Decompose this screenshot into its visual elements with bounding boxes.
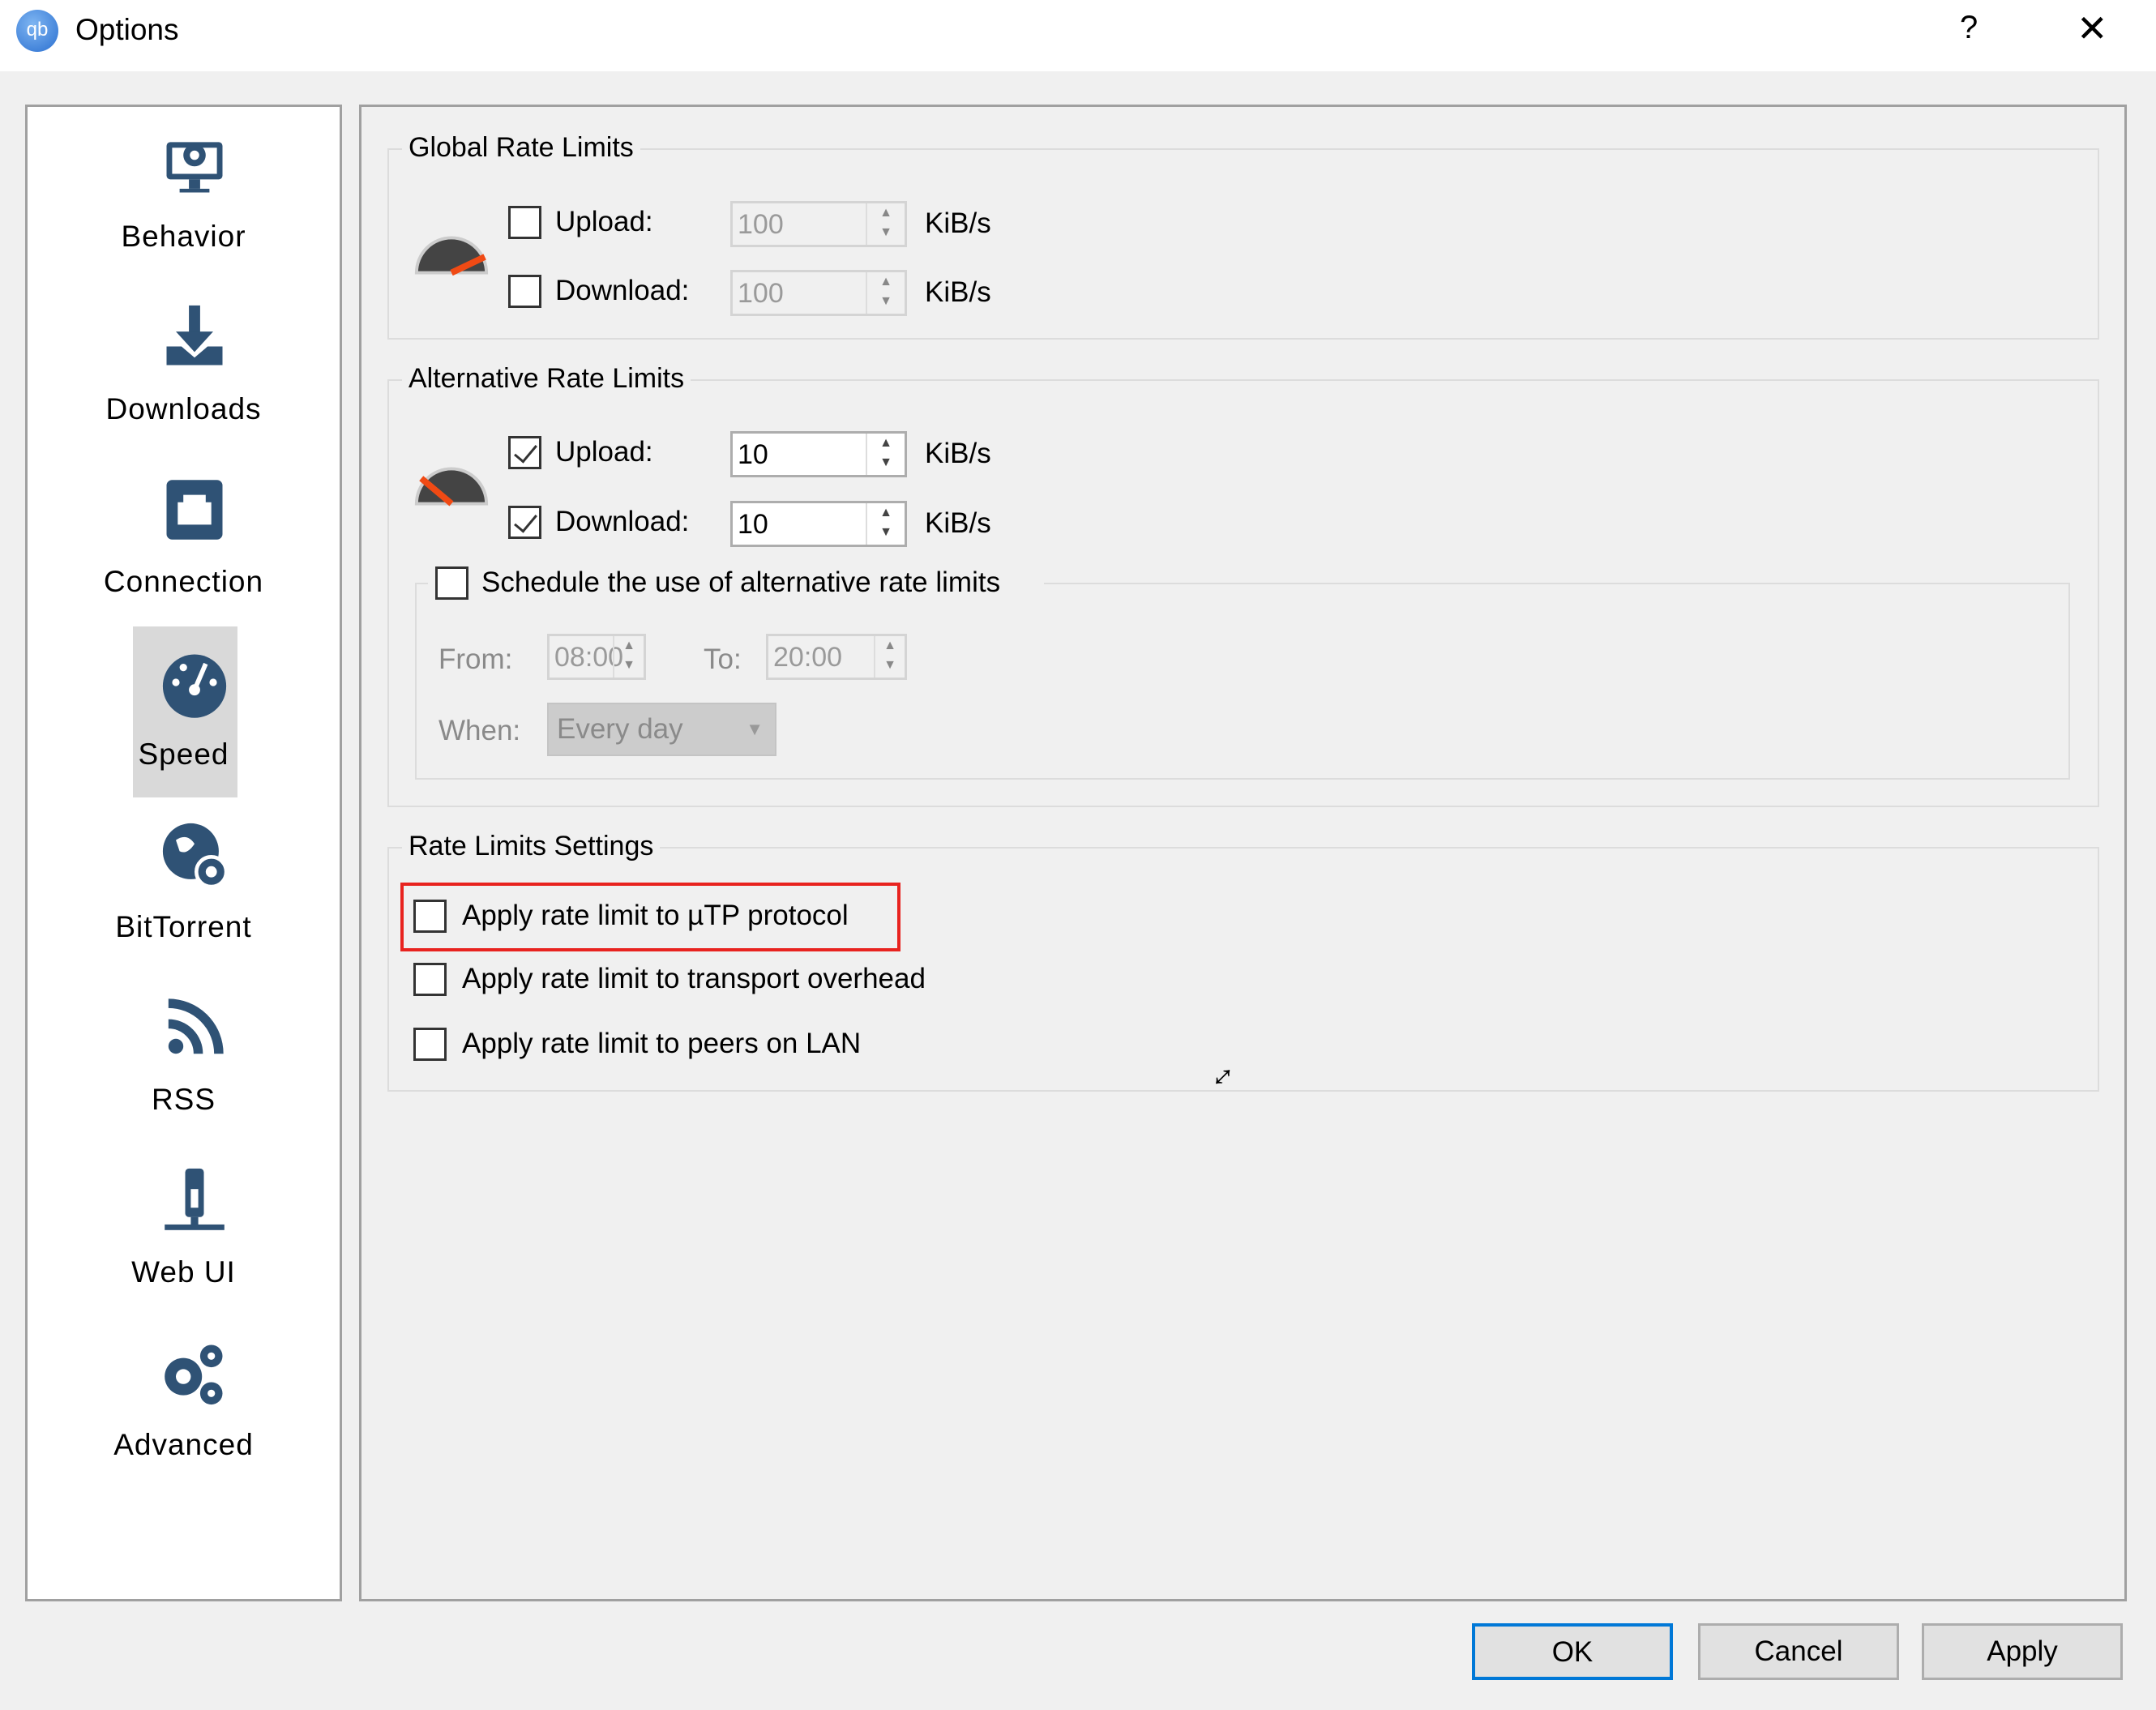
close-button[interactable]: ✕ (2077, 6, 2108, 50)
globe-gear-icon (162, 823, 229, 889)
sidebar-label: Downloads (105, 392, 262, 425)
sidebar-item-rss[interactable]: RSS (28, 982, 340, 1155)
sidebar-label: Connection (103, 565, 264, 598)
monitor-gear-icon (166, 142, 223, 193)
spin-value: 20:00 (773, 642, 843, 673)
spin-arrows[interactable]: ▲ ▼ (866, 203, 905, 245)
alt-download-checkbox[interactable] (508, 506, 541, 539)
sidebar-item-bittorrent[interactable]: BitTorrent (28, 810, 340, 982)
rss-icon (168, 998, 224, 1054)
utp-label: Apply rate limit to µTP protocol (462, 900, 849, 931)
gears-icon (165, 1344, 223, 1405)
category-list[interactable]: Behavior Downloads Connection Speed BitT… (25, 105, 342, 1601)
download-icon (166, 305, 223, 366)
spin-arrows[interactable]: ▲ ▼ (866, 272, 905, 314)
app-logo-icon: qb (16, 10, 58, 52)
to-time-spinbox[interactable]: 20:00 ▲ ▼ (766, 634, 907, 680)
global-rate-limits-group: Global Rate Limits (387, 132, 2099, 340)
sidebar-label: BitTorrent (115, 910, 252, 943)
peers-lan-checkbox[interactable] (413, 1028, 447, 1061)
global-download-spinbox[interactable]: 100 ▲ ▼ (730, 270, 907, 316)
network-port-icon (166, 480, 223, 540)
when-dropdown[interactable]: Every day ▼ (547, 703, 776, 756)
alt-upload-checkbox[interactable] (508, 436, 541, 469)
spin-arrows[interactable]: ▲ ▼ (874, 636, 905, 678)
group-title: Global Rate Limits (402, 132, 640, 164)
window-title: Options (75, 13, 179, 46)
group-title: Alternative Rate Limits (402, 363, 691, 395)
sidebar-item-speed[interactable]: Speed (28, 637, 340, 810)
global-upload-spinbox[interactable]: 100 ▲ ▼ (730, 201, 907, 247)
when-label: When: (438, 715, 521, 746)
sidebar-item-behavior[interactable]: Behavior (28, 119, 340, 292)
spin-value: 100 (738, 209, 784, 240)
from-time-spinbox[interactable]: 08:00 ▲ ▼ (547, 634, 646, 680)
transport-overhead-label: Apply rate limit to transport overhead (462, 963, 926, 994)
dropdown-value: Every day (557, 713, 683, 745)
title-bar: qb Options ? ✕ (0, 0, 2156, 71)
chevron-down-icon: ▼ (746, 719, 764, 739)
sidebar-label: Web UI (131, 1255, 236, 1289)
transport-overhead-checkbox[interactable] (413, 963, 447, 996)
unit-label: KiB/s (925, 207, 991, 239)
web-ui-icon (165, 1168, 225, 1230)
to-label: To: (704, 643, 742, 675)
apply-button[interactable]: Apply (1922, 1623, 2123, 1680)
speedometer-icon (162, 654, 227, 718)
spin-value: 100 (738, 278, 784, 309)
spin-arrows[interactable]: ▲ ▼ (866, 434, 905, 475)
alt-upload-label: Upload: (555, 436, 653, 468)
gauge-icon (414, 236, 489, 276)
sidebar-label: RSS (151, 1083, 216, 1116)
global-upload-label: Upload: (555, 206, 653, 237)
cancel-button[interactable]: Cancel (1698, 1623, 1899, 1680)
global-download-checkbox[interactable] (508, 275, 541, 308)
sidebar-label: Speed (138, 737, 229, 771)
sidebar-item-connection[interactable]: Connection (28, 464, 340, 637)
sidebar-item-advanced[interactable]: Advanced (28, 1327, 340, 1500)
gauge-alt-icon (414, 467, 489, 507)
global-upload-checkbox[interactable] (508, 206, 541, 239)
spin-arrows[interactable]: ▲ ▼ (613, 636, 644, 678)
sidebar-item-downloads[interactable]: Downloads (28, 292, 340, 464)
group-title: Rate Limits Settings (402, 831, 661, 862)
help-button[interactable]: ? (1960, 10, 1978, 46)
sidebar-item-web-ui[interactable]: Web UI (28, 1155, 340, 1327)
sidebar-label: Advanced (113, 1428, 254, 1461)
from-label: From: (438, 643, 513, 675)
spin-arrows[interactable]: ▲ ▼ (866, 503, 905, 545)
utp-checkbox[interactable] (413, 900, 447, 933)
alt-download-spinbox[interactable]: 10 ▲ ▼ (730, 501, 907, 547)
spin-value: 10 (738, 509, 768, 540)
peers-lan-label: Apply rate limit to peers on LAN (462, 1028, 862, 1059)
schedule-label: Schedule the use of alternative rate lim… (481, 566, 1001, 598)
spin-value: 10 (738, 439, 768, 470)
global-download-label: Download: (555, 275, 690, 306)
unit-label: KiB/s (925, 276, 991, 308)
alt-upload-spinbox[interactable]: 10 ▲ ▼ (730, 431, 907, 477)
sidebar-label: Behavior (121, 220, 246, 253)
ok-button[interactable]: OK (1472, 1623, 1673, 1680)
unit-label: KiB/s (925, 507, 991, 539)
alt-download-label: Download: (555, 506, 690, 537)
unit-label: KiB/s (925, 438, 991, 469)
schedule-checkbox[interactable] (435, 566, 468, 600)
